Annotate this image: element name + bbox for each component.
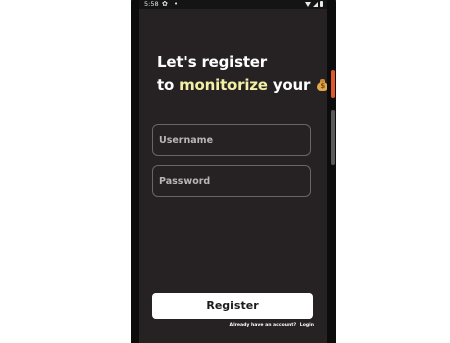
status-bar: 5:58 ✿ • xyxy=(139,0,327,9)
signal-icon xyxy=(313,1,318,7)
status-time: 5:58 xyxy=(144,0,159,8)
wifi-icon xyxy=(305,1,311,7)
username-input[interactable] xyxy=(152,124,311,156)
volume-button xyxy=(331,110,335,165)
title-line-1: Let's register xyxy=(157,53,267,71)
account-prompt: Already have an account? xyxy=(229,323,297,328)
settings-icon: ✿ xyxy=(162,0,168,8)
page: 5:58 ✿ • Let's register to monitorize yo… xyxy=(0,0,450,343)
title-prefix: to xyxy=(157,76,180,94)
title-suffix: your xyxy=(267,76,311,94)
page-title: Let's register to monitorize your $ xyxy=(157,51,327,97)
app-screen: 5:58 ✿ • Let's register to monitorize yo… xyxy=(139,0,327,343)
login-link[interactable]: Login xyxy=(300,323,314,328)
battery-icon xyxy=(320,1,323,7)
title-accent: monitorize xyxy=(179,76,268,94)
password-input[interactable] xyxy=(152,165,311,197)
dot-icon: • xyxy=(174,0,179,8)
footer: Already have an account? Login xyxy=(230,323,314,328)
status-icons xyxy=(305,1,323,7)
title-line-2: to monitorize your $ xyxy=(157,74,327,97)
money-bag-icon: $ xyxy=(317,79,327,91)
register-button[interactable]: Register xyxy=(152,293,313,319)
power-button xyxy=(331,70,335,98)
